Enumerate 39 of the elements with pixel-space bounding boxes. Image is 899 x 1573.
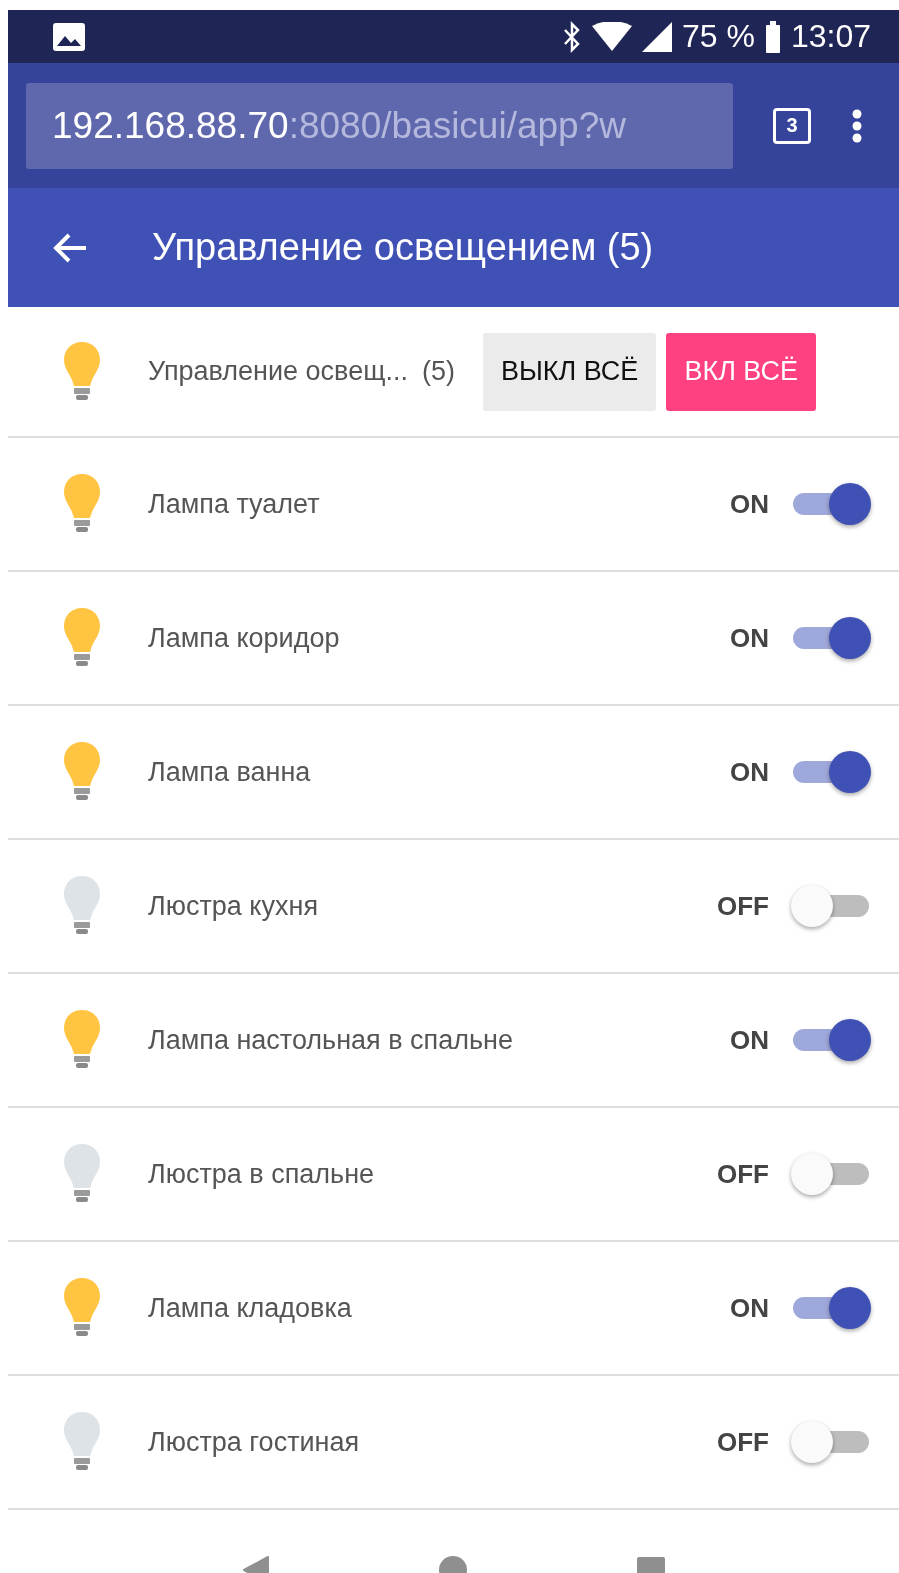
state-label: ON <box>730 488 769 520</box>
light-label: Люстра гостиная <box>148 1426 361 1458</box>
toggle-switch[interactable] <box>791 1151 871 1197</box>
clock-time: 13:07 <box>790 18 871 55</box>
toggle-switch[interactable] <box>791 749 871 795</box>
toggle-switch[interactable] <box>791 1419 871 1465</box>
page-title: Управление освещением (5) <box>152 226 654 269</box>
group-count: (5) <box>421 356 455 387</box>
toggle-switch[interactable] <box>791 615 871 661</box>
back-arrow-icon[interactable] <box>52 231 88 264</box>
state-label: OFF <box>717 1158 769 1190</box>
light-label: Люстра в спальне <box>148 1158 376 1190</box>
light-label: Лампа кладовка <box>148 1292 353 1324</box>
light-label: Лампа настольная в спальне <box>148 1024 514 1056</box>
toggle-switch[interactable] <box>791 883 871 929</box>
state-label: ON <box>730 756 769 788</box>
all-off-button[interactable]: ВЫКЛ ВСЁ <box>482 332 657 411</box>
state-label: OFF <box>717 890 769 922</box>
toggle-switch[interactable] <box>791 481 871 527</box>
toggle-switch[interactable] <box>791 1285 871 1331</box>
light-label: Лампа коридор <box>148 622 341 654</box>
state-label: ON <box>730 622 769 654</box>
light-label: Люстра кухня <box>148 890 319 922</box>
battery-percent: 75 % <box>682 18 755 55</box>
toggle-switch[interactable] <box>791 1017 871 1063</box>
battery-icon <box>764 20 781 53</box>
state-label: ON <box>730 1024 769 1056</box>
light-label: Лампа ванна <box>148 756 312 788</box>
bluetooth-icon <box>562 20 582 53</box>
address-field[interactable]: 192.168.88.70:8080/basicui/app?w <box>26 82 733 169</box>
wifi-icon <box>592 21 632 52</box>
signal-icon <box>642 21 672 52</box>
image-icon <box>52 21 86 52</box>
tab-count-button[interactable]: 3 <box>773 107 811 144</box>
state-label: OFF <box>717 1426 769 1458</box>
group-label: Управление освещ... <box>148 356 408 387</box>
state-label: ON <box>730 1292 769 1324</box>
light-label: Лампа туалет <box>148 488 321 520</box>
menu-icon[interactable] <box>851 107 863 144</box>
